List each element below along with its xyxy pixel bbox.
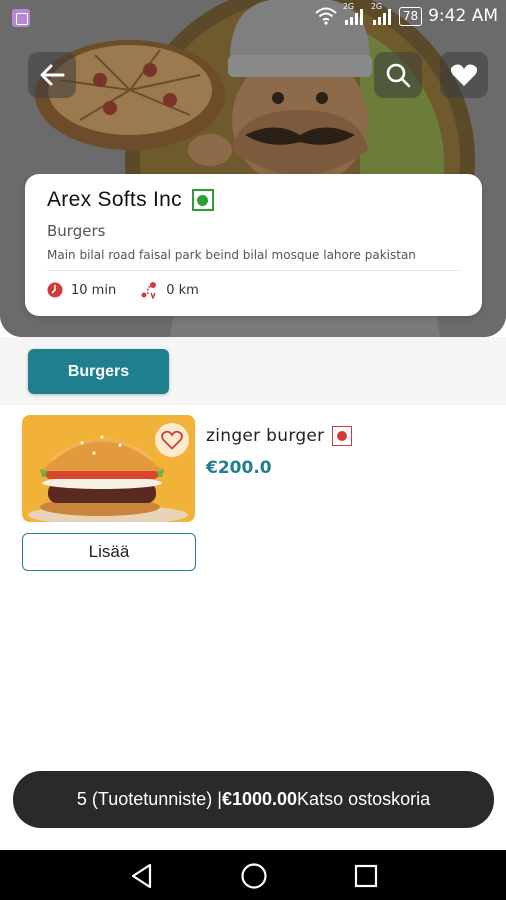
view-cart-label: Katso ostoskoria — [297, 789, 431, 809]
restaurant-meta: 10 min 0 km — [47, 281, 460, 299]
square-recents-icon — [354, 864, 378, 888]
app-notification-icon — [12, 9, 30, 27]
restaurant-info-card: Arex Softs Inc Burgers Main bilal road f… — [25, 174, 482, 316]
route-icon — [141, 282, 157, 299]
product-image[interactable] — [22, 415, 195, 522]
back-button[interactable] — [28, 52, 76, 98]
nav-recents-button[interactable] — [352, 862, 380, 890]
favorites-button[interactable] — [440, 52, 488, 98]
status-bar: 2G 2G 78 9:42 AM — [0, 0, 506, 34]
arrow-left-icon — [40, 64, 65, 86]
triangle-back-icon — [131, 863, 152, 889]
status-time: 9:42 AM — [428, 6, 498, 26]
nav-home-button[interactable] — [240, 862, 268, 890]
nav-back-button[interactable] — [128, 862, 156, 890]
restaurant-address: Main bilal road faisal park beind bilal … — [47, 248, 460, 271]
restaurant-category: Burgers — [47, 222, 106, 240]
restaurant-title: Arex Softs Inc — [47, 188, 460, 212]
product-price: €200.0 — [206, 458, 272, 478]
battery-indicator: 78 — [398, 6, 423, 26]
product-name: zinger burger — [206, 426, 325, 446]
signal-icon-1: 2G — [343, 2, 365, 26]
product-title: zinger burger — [206, 426, 353, 446]
clock-icon — [47, 282, 63, 298]
add-to-cart-button[interactable]: Lisää — [22, 533, 196, 571]
signal-icon-2: 2G — [371, 2, 393, 26]
restaurant-name: Arex Softs Inc — [47, 188, 182, 211]
circle-home-icon — [241, 863, 267, 889]
veg-indicator-icon — [191, 189, 214, 211]
search-button[interactable] — [374, 52, 422, 98]
distance-value: 0 km — [166, 282, 199, 298]
nonveg-indicator-icon — [332, 426, 353, 446]
category-tab-burgers[interactable]: Burgers — [28, 349, 169, 394]
system-navigation-bar — [0, 850, 506, 900]
delivery-time-value: 10 min — [71, 282, 117, 298]
view-cart-bar[interactable]: 5 (Tuotetunniste) | €1000.00 Katso ostos… — [13, 771, 494, 828]
search-icon — [386, 63, 411, 88]
heart-icon — [450, 64, 478, 86]
cart-item-count: 5 (Tuotetunniste) | — [76, 789, 222, 809]
heart-outline-icon — [161, 430, 183, 450]
cart-total: €1000.00 — [221, 789, 298, 809]
wifi-icon — [315, 7, 337, 25]
product-favorite-button[interactable] — [155, 423, 189, 457]
distance: 0 km — [140, 281, 199, 299]
category-tabs: Burgers — [0, 337, 506, 405]
delivery-time: 10 min — [47, 282, 116, 298]
